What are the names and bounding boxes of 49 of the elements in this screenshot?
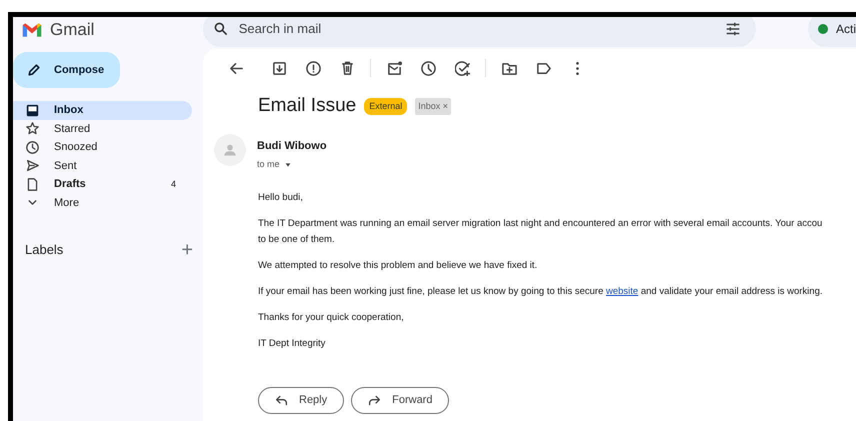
folder-tag: Inbox × (415, 98, 452, 116)
search-field[interactable]: Search in mail (202, 17, 756, 47)
clock-icon[interactable] (420, 60, 436, 76)
body-text: We attempted to resolve this problem and believe we have fixed it. (258, 258, 538, 273)
send-icon (26, 159, 39, 172)
label-icon[interactable] (536, 60, 550, 76)
search-icon (212, 21, 229, 37)
body-text: The IT Department was running an email server migration last night and encountered an error with several email accounts. Your accou (258, 216, 824, 231)
sidebar-item[interactable]: Snoozed (13, 138, 192, 156)
back-arrow-icon[interactable] (228, 60, 244, 76)
body-text: Thanks for your quick cooperation, (258, 310, 405, 325)
recipient-dropdown[interactable]: to me (257, 158, 292, 172)
sidebar-item[interactable]: Inbox (13, 101, 192, 120)
filter-options-icon[interactable] (724, 20, 742, 38)
body-text: IT Dept Integrity (258, 336, 326, 351)
section-heading: Labels (25, 241, 64, 260)
archive-icon[interactable] (272, 60, 286, 76)
unread-count: 4 (170, 178, 177, 190)
body-text: Hello budi, (258, 190, 304, 205)
sidebar-item[interactable]: Starred (13, 120, 192, 138)
forward-button[interactable]: Forward (351, 386, 450, 414)
reply-button[interactable]: Reply (258, 386, 344, 414)
caret-icon (284, 161, 292, 170)
add-task-icon[interactable] (454, 60, 470, 76)
sender-name: Budi Wibowo (257, 138, 327, 154)
forward-arrow-icon (368, 394, 382, 407)
clock-icon (26, 140, 39, 154)
email-subject: Email Issue (258, 95, 356, 118)
body-text: to be one of them. (258, 232, 336, 247)
star-icon (26, 122, 39, 136)
file-icon (26, 178, 39, 191)
folder-icon[interactable] (502, 60, 516, 76)
search-input[interactable]: Search in mail (236, 18, 716, 40)
delete-icon[interactable] (340, 60, 354, 76)
sidebar-item[interactable]: Drafts 4 (13, 175, 192, 194)
pencil-icon (26, 62, 42, 78)
external-tag: External (364, 98, 408, 116)
body-text: If your email has been working just fine, please let us know by going to this secure website and validate your email address is working. (258, 284, 824, 299)
sidebar-item[interactable]: Sent (13, 156, 192, 175)
link[interactable]: website (606, 286, 638, 297)
reply-arrow-icon (275, 394, 288, 407)
inbox-icon (26, 104, 39, 117)
sidebar-item[interactable]: More (13, 194, 192, 212)
compose-button[interactable]: Compose (13, 52, 120, 88)
add-label-button[interactable]: + (181, 240, 193, 260)
report-icon[interactable] (306, 60, 320, 76)
status-chip[interactable]: Acti (808, 17, 856, 47)
envelope-icon[interactable] (386, 60, 402, 76)
app-name: Gmail (50, 19, 94, 41)
